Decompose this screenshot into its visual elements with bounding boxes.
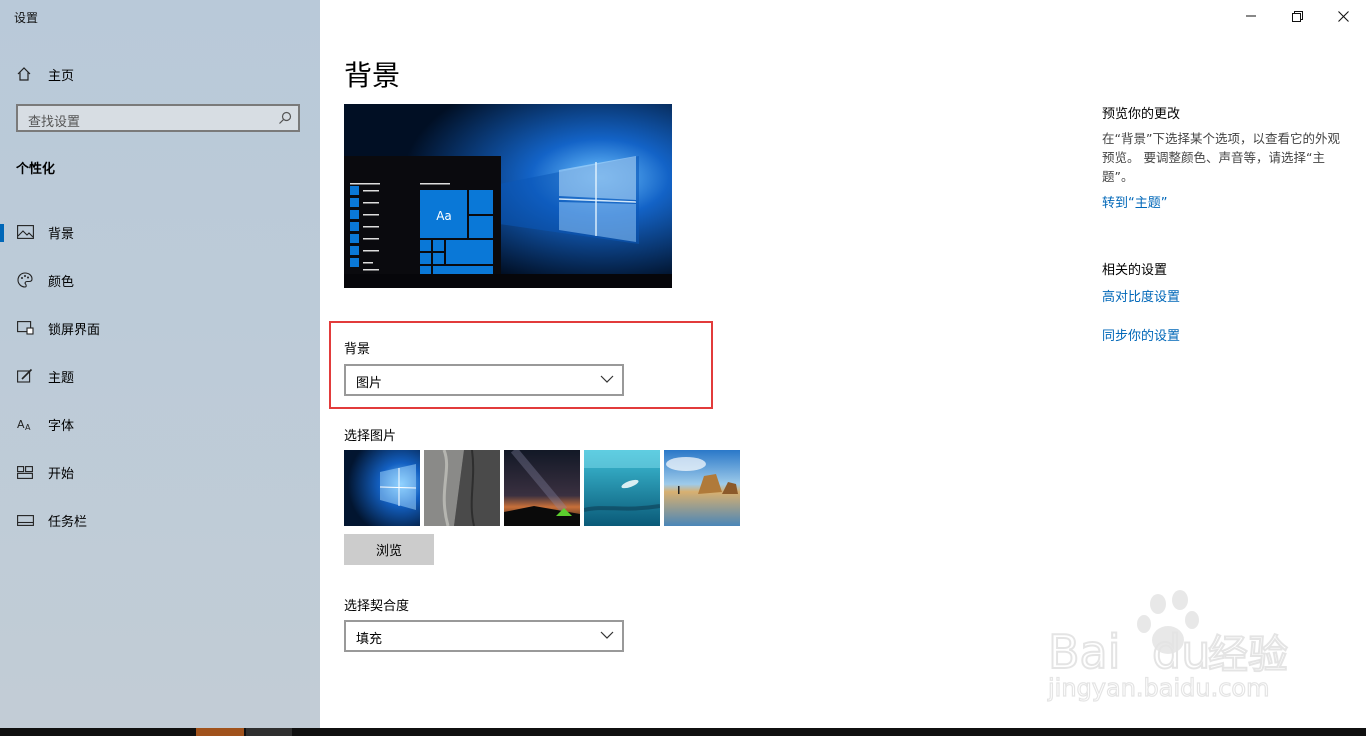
minimize-button[interactable]: [1228, 0, 1274, 32]
minimize-icon: [1246, 15, 1256, 17]
sidebar-item-home[interactable]: 主页: [16, 64, 74, 84]
window-title: 设置: [14, 11, 39, 25]
sidebar-item-home-label: 主页: [48, 68, 75, 84]
watermark-brand: Bai: [1048, 625, 1121, 679]
preview-changes-description: 在“背景”下选择某个选项，以查看它的外观预览。 要调整颜色、声音等，请选择“主题…: [1102, 131, 1340, 184]
chevron-down-icon: [600, 631, 614, 639]
sidebar-item-label: 字体: [48, 418, 75, 434]
section-title: 个性化: [16, 162, 56, 177]
lock-screen-icon: [16, 319, 34, 337]
picture-icon: [16, 223, 34, 241]
background-label: 背景: [344, 342, 371, 357]
sidebar-item-label: 主题: [48, 370, 75, 386]
sidebar-item-colors[interactable]: 颜色: [0, 256, 320, 304]
sidebar-item-background[interactable]: 背景: [0, 208, 320, 256]
sidebar: 设置 主页 查找设置 个性化 背景 颜色 锁屏界面 主题 A A 字体 开始 任…: [0, 0, 320, 728]
fit-select[interactable]: 填充: [344, 620, 624, 652]
high-contrast-link[interactable]: 高对比度设置: [1102, 286, 1180, 305]
choose-picture-label: 选择图片: [344, 429, 397, 444]
thumbnail-underwater[interactable]: [584, 450, 660, 526]
watermark-brand-cn: 经验: [1208, 632, 1288, 678]
background-type-value: 图片: [356, 376, 383, 391]
thumbnail-beach-rocks[interactable]: [664, 450, 740, 526]
desktop-preview: Aa: [344, 104, 672, 288]
sidebar-item-themes[interactable]: 主题: [0, 352, 320, 400]
preview-tile-label: Aa: [436, 209, 452, 223]
search-icon[interactable]: [278, 111, 292, 125]
palette-icon: [16, 271, 34, 289]
restore-button[interactable]: [1274, 0, 1320, 32]
related-settings-title: 相关的设置: [1102, 263, 1168, 278]
sidebar-item-label: 任务栏: [48, 514, 88, 530]
background-type-select[interactable]: 图片: [344, 364, 624, 396]
picture-thumbnails: [344, 450, 740, 526]
restore-icon: [1291, 10, 1303, 22]
search-input[interactable]: 查找设置: [16, 104, 300, 132]
watermark-url: jingyan.baidu.com: [1047, 674, 1269, 702]
sidebar-item-label: 锁屏界面: [48, 322, 101, 338]
search-placeholder: 查找设置: [28, 115, 81, 130]
baidu-watermark: Bai du 经验 jingyan.baidu.com: [1040, 590, 1310, 710]
page-title: 背景: [344, 59, 401, 92]
preview-changes-title: 预览你的更改: [1102, 107, 1181, 122]
close-icon: [1337, 10, 1349, 22]
close-button[interactable]: [1320, 0, 1366, 32]
fit-value: 填充: [356, 632, 383, 647]
svg-text:A: A: [17, 418, 25, 431]
sidebar-item-label: 开始: [48, 466, 75, 482]
watermark-brand-du: du: [1152, 625, 1210, 679]
sidebar-item-taskbar[interactable]: 任务栏: [0, 496, 320, 544]
sidebar-nav: 背景 颜色 锁屏界面 主题 AA 字体 开始 任务栏: [0, 208, 320, 544]
theme-brush-icon: [16, 367, 34, 385]
font-icon: AA: [16, 415, 34, 433]
sync-settings-link[interactable]: 同步你的设置: [1102, 325, 1180, 344]
thumbnail-night-sky[interactable]: [504, 450, 580, 526]
thumbnail-rock-cliff[interactable]: [424, 450, 500, 526]
go-to-themes-link[interactable]: 转到“主题”: [1102, 192, 1167, 211]
taskbar-icon: [16, 511, 34, 529]
home-icon: [17, 67, 31, 81]
taskbar: [0, 728, 1366, 736]
browse-button[interactable]: 浏览: [344, 534, 434, 565]
start-tiles-icon: [16, 463, 34, 481]
sidebar-item-lock-screen[interactable]: 锁屏界面: [0, 304, 320, 352]
fit-label: 选择契合度: [344, 599, 410, 614]
sidebar-item-label: 颜色: [48, 274, 75, 290]
chevron-down-icon: [600, 375, 614, 383]
svg-text:A: A: [25, 423, 31, 431]
sidebar-item-fonts[interactable]: AA 字体: [0, 400, 320, 448]
sidebar-item-label: 背景: [48, 226, 75, 242]
thumbnail-windows-hero[interactable]: [344, 450, 420, 526]
preview-image: Aa: [344, 104, 672, 288]
sidebar-item-start[interactable]: 开始: [0, 448, 320, 496]
taskbar-app-button[interactable]: [246, 728, 292, 736]
taskbar-app-button[interactable]: [196, 728, 244, 736]
